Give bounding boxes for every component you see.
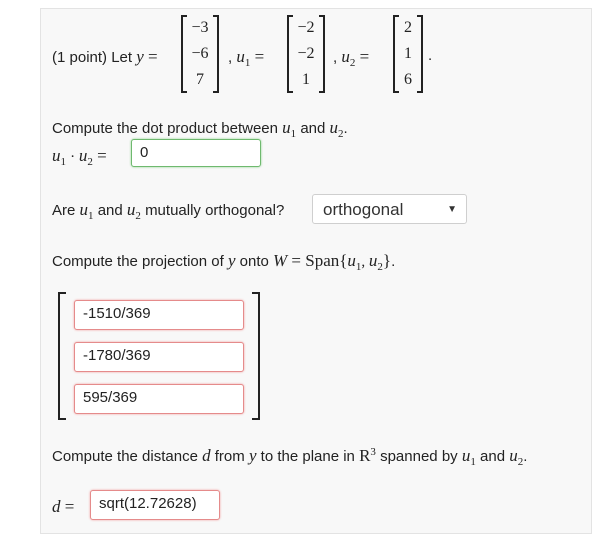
orthogonal-select[interactable]: orthogonal ▼ bbox=[312, 194, 467, 224]
u1-label: , u1 = bbox=[228, 47, 265, 69]
q1-prompt: Compute the dot product between u1 and u… bbox=[52, 118, 348, 140]
q2-prompt: Are u1 and u2 mutually orthogonal? bbox=[52, 200, 285, 222]
chevron-down-icon: ▼ bbox=[447, 204, 457, 215]
q1-expression: u1 · u2 = bbox=[52, 146, 107, 168]
u2-vector: 2 1 6 bbox=[393, 15, 423, 93]
distance-label: d = bbox=[52, 497, 75, 516]
problem-intro: (1 point) Let y = bbox=[52, 47, 158, 66]
q4-prompt: Compute the distance d from y to the pla… bbox=[52, 446, 528, 468]
y-vector: −3 −6 7 bbox=[181, 15, 219, 93]
u2-label: , u2 = bbox=[333, 47, 370, 69]
projection-input-1[interactable]: -1510/369 bbox=[74, 300, 244, 330]
dot-product-input[interactable]: 0 bbox=[131, 139, 261, 167]
q3-prompt: Compute the projection of y onto W = Spa… bbox=[52, 251, 396, 273]
projection-input-3[interactable]: 595/369 bbox=[74, 384, 244, 414]
projection-input-2[interactable]: -1780/369 bbox=[74, 342, 244, 372]
u1-vector: −2 −2 1 bbox=[287, 15, 325, 93]
distance-input[interactable]: sqrt(12.72628) bbox=[90, 490, 220, 520]
